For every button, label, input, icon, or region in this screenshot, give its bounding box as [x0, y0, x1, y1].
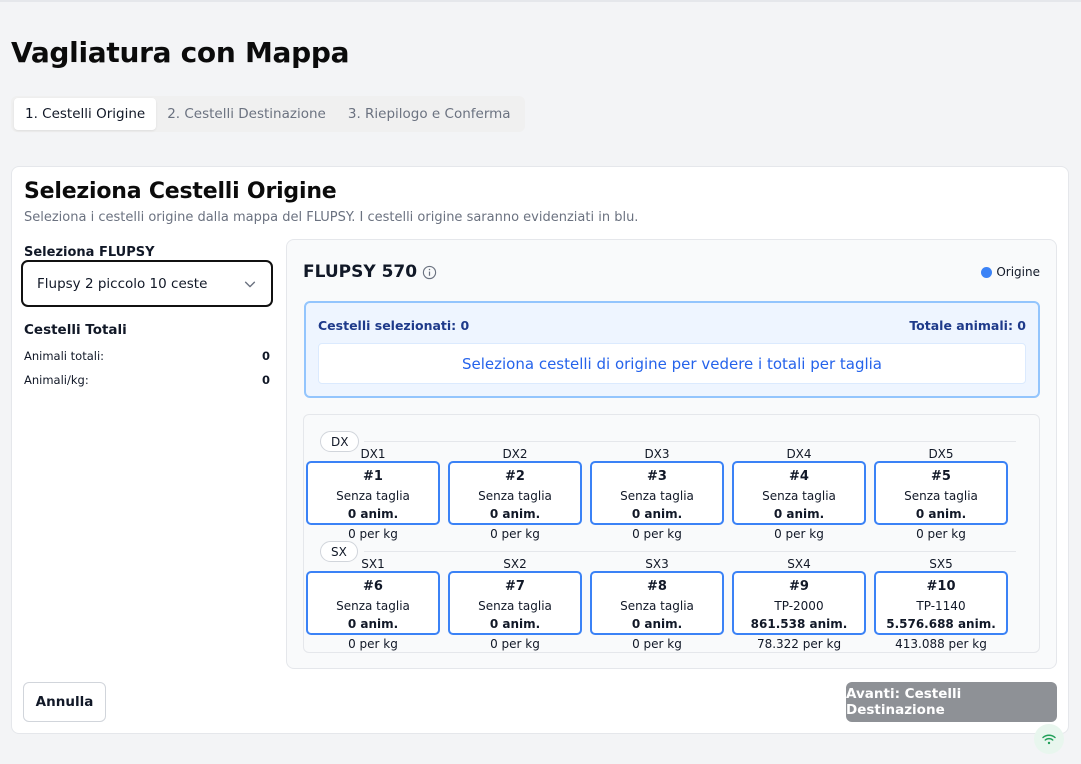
- basket-num: #6: [363, 579, 383, 594]
- flupsy-map-panel: FLUPSY 570 Origine Cestelli selezionati:…: [286, 239, 1057, 669]
- connection-status[interactable]: [1034, 724, 1064, 754]
- basket-anim: 0 anim.: [347, 617, 399, 631]
- basket-num: #1: [363, 469, 383, 484]
- basket-card[interactable]: #2 Senza taglia 0 anim.: [448, 461, 582, 525]
- basket-position: SX3: [645, 557, 669, 571]
- map-legend: Origine: [981, 265, 1040, 279]
- basket-position: DX2: [502, 447, 528, 461]
- basket-grid: DX DX1 #1 Senza taglia 0 anim. 0 per kg DX2 #2 S…: [303, 414, 1040, 653]
- basket-card[interactable]: #10 TP-1140 5.576.688 anim.: [874, 571, 1008, 635]
- basket-per-kg: 0 per kg: [774, 527, 824, 541]
- basket-per-kg: 0 per kg: [348, 527, 398, 541]
- basket-anim: 861.538 anim.: [750, 617, 848, 631]
- totals-row-animali: Animali totali: 0: [24, 349, 270, 363]
- selected-total: Totale animali: 0: [909, 318, 1026, 333]
- basket-size: Senza taglia: [620, 489, 694, 503]
- basket-per-kg: 0 per kg: [490, 527, 540, 541]
- basket-size: Senza taglia: [478, 599, 552, 613]
- basket-size: Senza taglia: [904, 489, 978, 503]
- basket-per-kg: 0 per kg: [348, 637, 398, 651]
- basket-per-kg: 0 per kg: [632, 637, 682, 651]
- basket-num: #4: [789, 469, 809, 484]
- basket-per-kg: 0 per kg: [632, 527, 682, 541]
- top-border: [0, 0, 1081, 2]
- map-title: FLUPSY 570: [303, 262, 437, 282]
- basket-num: #7: [505, 579, 525, 594]
- basket-num: #5: [931, 469, 951, 484]
- info-icon[interactable]: [422, 265, 437, 280]
- basket-per-kg: 413.088 per kg: [895, 637, 987, 651]
- basket-position: DX5: [928, 447, 954, 461]
- basket-card[interactable]: #1 Senza taglia 0 anim.: [306, 461, 440, 525]
- basket-size: Senza taglia: [478, 489, 552, 503]
- basket-num: #8: [647, 579, 667, 594]
- wifi-icon: [1042, 734, 1056, 745]
- tab-cestelli-destinazione[interactable]: 2. Cestelli Destinazione: [156, 98, 337, 130]
- legend-dot-icon: [981, 266, 993, 278]
- totals-title: Cestelli Totali: [24, 322, 127, 338]
- basket-position: SX4: [787, 557, 811, 571]
- tab-cestelli-origine[interactable]: 1. Cestelli Origine: [14, 98, 157, 130]
- basket-per-kg: 78.322 per kg: [756, 637, 842, 651]
- next-button[interactable]: Avanti: Cestelli Destinazione: [846, 682, 1057, 722]
- basket-per-kg: 0 per kg: [490, 637, 540, 651]
- selected-count: Cestelli selezionati: 0: [318, 318, 470, 333]
- totals-label: Animali/kg:: [24, 373, 89, 387]
- basket-size: TP-2000: [774, 599, 824, 613]
- basket-card[interactable]: #8 Senza taglia 0 anim.: [590, 571, 724, 635]
- basket-anim: 0 anim.: [489, 617, 541, 631]
- totals-label: Animali totali:: [24, 349, 105, 363]
- basket-num: #9: [789, 579, 809, 594]
- totals-row-animali-kg: Animali/kg: 0: [24, 373, 270, 387]
- basket-position: SX5: [929, 557, 953, 571]
- basket-size: TP-1140: [916, 599, 966, 613]
- basket-anim: 0 anim.: [631, 507, 683, 521]
- basket-size: Senza taglia: [762, 489, 836, 503]
- basket-card[interactable]: #7 Senza taglia 0 anim.: [448, 571, 582, 635]
- totals-value: 0: [261, 349, 270, 363]
- tab-riepilogo-conferma[interactable]: 3. Riepilogo e Conferma: [337, 98, 522, 130]
- basket-card[interactable]: #5 Senza taglia 0 anim.: [874, 461, 1008, 525]
- basket-position: SX2: [503, 557, 527, 571]
- basket-card[interactable]: #3 Senza taglia 0 anim.: [590, 461, 724, 525]
- totals-value: 0: [261, 373, 270, 387]
- basket-num: #2: [505, 469, 525, 484]
- basket-position: DX4: [786, 447, 812, 461]
- flupsy-select[interactable]: Flupsy 2 piccolo 10 ceste: [21, 260, 273, 307]
- chevron-down-icon: [244, 281, 256, 287]
- basket-anim: 5.576.688 anim.: [886, 617, 996, 631]
- basket-position: DX1: [360, 447, 386, 461]
- basket-position: SX1: [361, 557, 385, 571]
- wizard-tabs: 1. Cestelli Origine 2. Cestelli Destinaz…: [11, 96, 525, 132]
- basket-anim: 0 anim.: [489, 507, 541, 521]
- basket-card[interactable]: #9 TP-2000 861.538 anim.: [732, 571, 866, 635]
- page-title: Vagliatura con Mappa: [11, 36, 350, 69]
- legend-label: Origine: [996, 265, 1040, 279]
- cancel-button[interactable]: Annulla: [23, 682, 106, 722]
- basket-num: #3: [647, 469, 667, 484]
- basket-card[interactable]: #4 Senza taglia 0 anim.: [732, 461, 866, 525]
- basket-size: Senza taglia: [620, 599, 694, 613]
- basket-card[interactable]: #6 Senza taglia 0 anim.: [306, 571, 440, 635]
- flupsy-select-value: Flupsy 2 piccolo 10 ceste: [37, 275, 208, 292]
- selection-hint: Seleziona cestelli di origine per vedere…: [318, 343, 1026, 384]
- row-divider: [364, 551, 1016, 552]
- card-description: Seleziona i cestelli origine dalla mappa…: [24, 210, 639, 225]
- origin-selection-card: Seleziona Cestelli Origine Seleziona i c…: [11, 166, 1069, 734]
- basket-num: #10: [926, 579, 956, 594]
- basket-position: DX3: [644, 447, 670, 461]
- basket-anim: 0 anim.: [347, 507, 399, 521]
- basket-size: Senza taglia: [336, 599, 410, 613]
- basket-size: Senza taglia: [336, 489, 410, 503]
- selection-summary: Cestelli selezionati: 0 Totale animali: …: [304, 301, 1040, 398]
- basket-per-kg: 0 per kg: [916, 527, 966, 541]
- card-title: Seleziona Cestelli Origine: [24, 179, 337, 204]
- basket-anim: 0 anim.: [773, 507, 825, 521]
- map-title-text: FLUPSY 570: [303, 262, 418, 282]
- basket-anim: 0 anim.: [631, 617, 683, 631]
- flupsy-select-label: Seleziona FLUPSY: [24, 245, 155, 260]
- row-divider: [364, 441, 1016, 442]
- basket-anim: 0 anim.: [915, 507, 967, 521]
